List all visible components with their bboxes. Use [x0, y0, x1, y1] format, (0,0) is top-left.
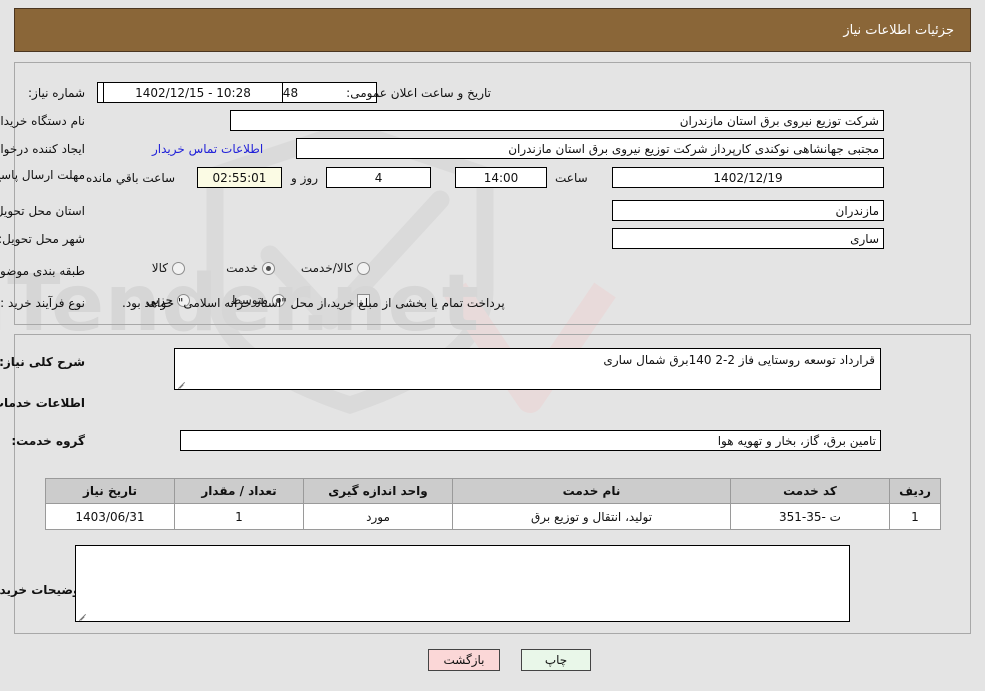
back-button[interactable]: بازگشت	[428, 649, 500, 671]
page-root: جزئیات اطلاعات نیاز شماره نیاز: 11020011…	[0, 0, 985, 691]
buyer-org-field[interactable]: شرکت توزیع نیروی برق استان مازندران	[230, 110, 884, 131]
col-service-code: کد خدمت	[730, 478, 890, 504]
remaining-time-field: 02:55:01	[197, 167, 282, 188]
category-label: طبقه بندی موضوعی:	[0, 264, 85, 278]
deadline-hour-label: ساعت	[555, 171, 588, 185]
category-radio-label: خدمت	[226, 261, 258, 275]
buyer-contact-link[interactable]: اطلاعات تماس خریدار	[152, 142, 263, 156]
requester-label: ایجاد کننده درخواست:	[0, 142, 85, 156]
category-radio-kala-khedmat[interactable]: کالا/خدمت	[301, 261, 370, 275]
province-label: استان محل تحویل:	[0, 204, 85, 218]
radio-indicator[interactable]	[262, 261, 275, 275]
table-header-row: ردیف کد خدمت نام خدمت واحد اندازه گیری ت…	[45, 478, 941, 504]
remaining-days-field[interactable]: 4	[326, 167, 431, 188]
print-button[interactable]: چاپ	[521, 649, 591, 671]
service-group-label: گروه خدمت:	[11, 434, 85, 448]
city-label: شهر محل تحویل:	[0, 232, 85, 246]
col-row-no: ردیف	[889, 478, 941, 504]
general-desc-textarea[interactable]: قرارداد توسعه روستایی فاز 2-2 140برق شما…	[174, 348, 881, 390]
cell-unit: مورد	[303, 503, 453, 530]
buyer-org-label: نام دستگاه خریدار:	[0, 114, 85, 128]
cell-service-code: ت -35-351	[730, 503, 890, 530]
col-need-date: تاریخ نیاز	[45, 478, 175, 504]
services-section-title: اطلاعات خدمات مورد نیاز	[0, 396, 85, 410]
buyer-notes-label: توضیحات خریدار:	[0, 583, 85, 597]
general-desc-label: شرح کلی نیاز:	[0, 355, 85, 369]
category-radio-khedmat[interactable]: خدمت	[226, 261, 275, 275]
deadline-hour-field[interactable]: 14:00	[455, 167, 547, 188]
cell-service-name: تولید، انتقال و توزیع برق	[452, 503, 731, 530]
announce-datetime-field[interactable]: 10:28 - 1402/12/15	[103, 82, 283, 103]
treasury-bonds-text: پرداخت تمام یا بخشی از مبلغ خرید،از محل …	[122, 296, 505, 310]
deadline-label: مهلت ارسال پاسخ: تا تاریخ:	[0, 168, 85, 182]
process-label: نوع فرآیند خرید :	[0, 296, 85, 310]
province-field[interactable]: مازندران	[612, 200, 884, 221]
col-unit: واحد اندازه گیری	[303, 478, 453, 504]
cell-quantity: 1	[174, 503, 304, 530]
col-service-name: نام خدمت	[452, 478, 731, 504]
remaining-days-label: روز و	[291, 171, 318, 185]
service-group-field[interactable]: تامین برق، گاز، بخار و تهویه هوا	[180, 430, 881, 451]
category-radio-kala[interactable]: کالا	[152, 261, 185, 275]
table-row[interactable]: 1 ت -35-351 تولید، انتقال و توزیع برق مو…	[45, 503, 941, 530]
buyer-notes-textarea[interactable]	[75, 545, 850, 622]
page-title: جزئیات اطلاعات نیاز	[843, 22, 954, 38]
page-header: جزئیات اطلاعات نیاز	[14, 8, 971, 52]
need-number-label: شماره نیاز:	[28, 86, 85, 100]
remaining-time-label: ساعت باقي مانده	[86, 171, 176, 185]
city-field[interactable]: ساری	[612, 228, 884, 249]
services-table: ردیف کد خدمت نام خدمت واحد اندازه گیری ت…	[45, 478, 941, 530]
cell-row-no: 1	[889, 503, 941, 530]
category-radio-label: کالا/خدمت	[300, 261, 353, 275]
cell-need-date: 1403/06/31	[45, 503, 175, 530]
requester-field[interactable]: مجتبی جهانشاهی نوکندی کارپرداز شرکت توزی…	[296, 138, 884, 159]
col-quantity: تعداد / مقدار	[174, 478, 304, 504]
radio-indicator[interactable]	[172, 261, 185, 275]
deadline-date-field[interactable]: 1402/12/19	[612, 167, 884, 188]
radio-indicator[interactable]	[357, 261, 370, 275]
category-radio-label: کالا	[151, 261, 168, 275]
announce-datetime-label: تاریخ و ساعت اعلان عمومی:	[346, 86, 491, 100]
